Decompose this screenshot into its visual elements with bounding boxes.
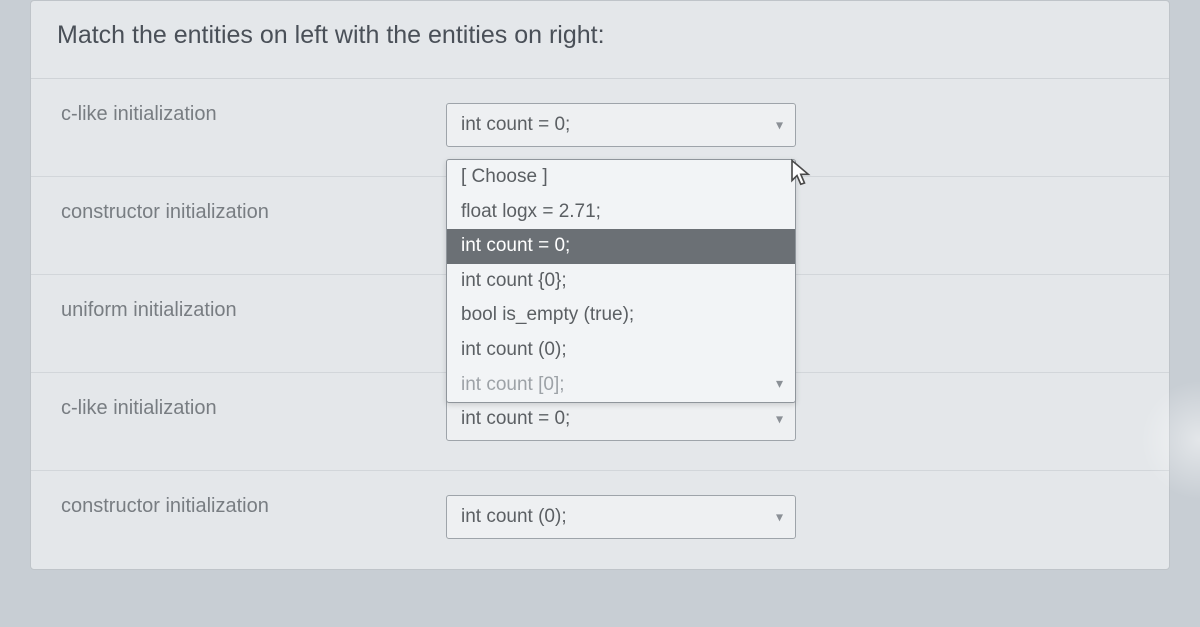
match-right-cell: [ Choose ] float logx = 2.71; int count … bbox=[436, 177, 1169, 225]
dropdown-option-selected[interactable]: int count = 0; bbox=[447, 229, 795, 264]
dropdown-option[interactable]: int count {0}; bbox=[447, 264, 795, 299]
match-left-label: constructor initialization bbox=[31, 471, 436, 542]
select-value: int count = 0; bbox=[461, 114, 570, 135]
chevron-down-icon: ▾ bbox=[776, 509, 783, 526]
match-row: constructor initialization [ Choose ] fl… bbox=[31, 177, 1169, 275]
match-left-label: uniform initialization bbox=[31, 275, 436, 346]
match-row: constructor initialization int count (0)… bbox=[31, 471, 1169, 569]
answer-dropdown-open[interactable]: [ Choose ] float logx = 2.71; int count … bbox=[446, 159, 796, 403]
chevron-down-icon: ▾ bbox=[776, 411, 783, 428]
select-value: int count (0); bbox=[461, 506, 567, 527]
match-right-cell: int count = 0; ▾ bbox=[436, 79, 1169, 171]
dropdown-option[interactable]: int count [0]; bbox=[447, 368, 795, 403]
select-value: int count = 0; bbox=[461, 408, 570, 429]
chevron-down-icon: ▾ bbox=[776, 117, 783, 134]
answer-select[interactable]: int count (0); ▾ bbox=[446, 495, 796, 539]
question-prompt: Match the entities on left with the enti… bbox=[31, 1, 1169, 79]
dropdown-option[interactable]: int count (0); bbox=[447, 333, 795, 368]
match-left-label: c-like initialization bbox=[31, 79, 436, 150]
question-container: Match the entities on left with the enti… bbox=[30, 0, 1170, 570]
dropdown-option[interactable]: float logx = 2.71; bbox=[447, 195, 795, 230]
answer-select[interactable]: int count = 0; ▾ bbox=[446, 103, 796, 147]
chevron-down-icon: ▾ bbox=[776, 375, 783, 392]
dropdown-option[interactable]: bool is_empty (true); bbox=[447, 298, 795, 333]
match-right-cell: int count (0); ▾ bbox=[436, 471, 1169, 563]
dropdown-option[interactable]: [ Choose ] bbox=[447, 160, 795, 195]
match-left-label: constructor initialization bbox=[31, 177, 436, 248]
answer-select[interactable]: int count = 0; ▾ bbox=[446, 397, 796, 441]
match-left-label: c-like initialization bbox=[31, 373, 436, 444]
